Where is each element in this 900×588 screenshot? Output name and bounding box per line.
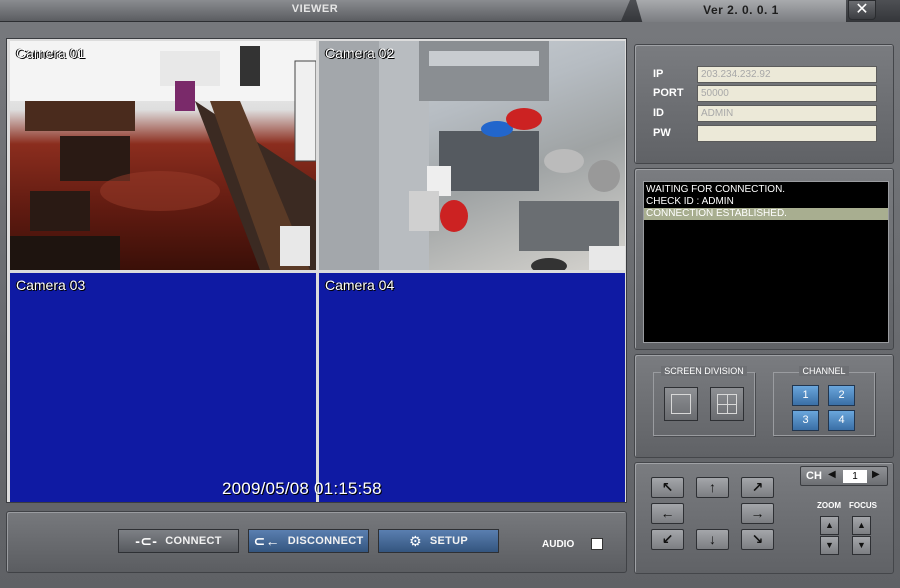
focus-label: FOCUS xyxy=(849,501,877,510)
focus-far-button[interactable]: ▼ xyxy=(852,536,871,555)
port-input[interactable] xyxy=(697,84,877,102)
pw-input[interactable] xyxy=(697,124,877,142)
title-tab: VIEWER xyxy=(0,0,630,22)
arrow-down-right-icon: ↘ xyxy=(751,531,764,547)
port-label: PORT xyxy=(653,87,684,99)
channel-title: CHANNEL xyxy=(799,366,849,376)
channel-prev-icon[interactable]: ◀ xyxy=(828,469,836,480)
plug-icon: -⊂- xyxy=(135,532,158,549)
connection-log: WAITING FOR CONNECTION. CHECK ID : ADMIN… xyxy=(643,181,889,343)
pan-down-button[interactable]: ↓ xyxy=(696,529,729,550)
window-title: VIEWER xyxy=(291,3,339,15)
viewer-window: VIEWER Ver 2. 0. 0. 1 ✕ Camera 01 Camera… xyxy=(0,0,900,588)
camera-03-label: Camera 03 xyxy=(16,277,86,293)
setup-button[interactable]: ⚙ SETUP xyxy=(378,529,499,553)
camera-01-image xyxy=(10,41,316,270)
video-grid: Camera 01 Camera 02 Camera 03 Camera 04 … xyxy=(6,38,627,503)
camera-01-label: Camera 01 xyxy=(16,45,86,61)
pan-down-left-button[interactable]: ↙ xyxy=(651,529,684,550)
zoom-down-icon: ▼ xyxy=(825,540,834,550)
single-view-button[interactable] xyxy=(664,387,698,421)
pan-down-right-button[interactable]: ↘ xyxy=(741,529,774,550)
camera-03-view[interactable]: Camera 03 xyxy=(10,273,316,502)
channel-group: CHANNEL 1 2 3 4 xyxy=(773,366,875,436)
channel-1-button[interactable]: 1 xyxy=(792,385,819,406)
quad-view-icon xyxy=(717,394,737,414)
ip-input[interactable] xyxy=(697,65,877,83)
id-row: ID xyxy=(653,104,877,122)
log-line: CHECK ID : ADMIN xyxy=(646,196,734,207)
focus-down-icon: ▼ xyxy=(857,540,866,550)
gear-icon: ⚙ xyxy=(408,532,422,549)
disconnect-button[interactable]: ⊂← DISCONNECT xyxy=(248,529,369,553)
connect-button[interactable]: -⊂- CONNECT xyxy=(118,529,239,553)
pan-right-button[interactable]: → xyxy=(741,503,774,524)
focus-near-button[interactable]: ▲ xyxy=(852,516,871,535)
login-panel: IP PORT ID PW xyxy=(634,44,894,164)
audio-label: AUDIO xyxy=(542,539,575,550)
screen-division-group: SCREEN DIVISION xyxy=(653,366,755,436)
ptz-channel-value: 1 xyxy=(843,470,867,483)
channel-2-button[interactable]: 2 xyxy=(828,385,855,406)
log-line: WAITING FOR CONNECTION. xyxy=(646,184,786,195)
close-button[interactable]: ✕ xyxy=(848,0,876,20)
close-icon: ✕ xyxy=(855,1,869,18)
control-bar: -⊂- CONNECT ⊂← DISCONNECT ⚙ SETUP AUDIO xyxy=(6,511,627,573)
pan-up-right-button[interactable]: ↗ xyxy=(741,477,774,498)
focus-up-icon: ▲ xyxy=(857,520,866,530)
zoom-label: ZOOM xyxy=(817,501,841,510)
camera-04-label: Camera 04 xyxy=(325,277,395,293)
zoom-up-icon: ▲ xyxy=(825,520,834,530)
pw-row: PW xyxy=(653,124,877,142)
camera-02-view[interactable]: Camera 02 xyxy=(319,41,625,270)
id-input[interactable] xyxy=(697,104,877,122)
channel-3-button[interactable]: 3 xyxy=(792,410,819,431)
camera-02-image xyxy=(319,41,625,270)
pan-up-left-button[interactable]: ↖ xyxy=(651,477,684,498)
ip-row: IP xyxy=(653,65,877,83)
channel-4-button[interactable]: 4 xyxy=(828,410,855,431)
timestamp-overlay: 2009/05/08 01:15:58 xyxy=(222,479,382,498)
title-bar: VIEWER Ver 2. 0. 0. 1 ✕ xyxy=(0,0,900,22)
zoom-out-button[interactable]: ▼ xyxy=(820,536,839,555)
camera-04-view[interactable]: Camera 04 xyxy=(319,273,625,502)
arrow-right-icon: → xyxy=(750,505,765,521)
arrow-down-icon: ↓ xyxy=(709,531,716,547)
connect-label: CONNECT xyxy=(165,535,222,547)
arrow-up-icon: ↑ xyxy=(709,479,716,495)
arrow-up-right-icon: ↗ xyxy=(751,479,764,495)
log-line: CONNECTION ESTABLISHED. xyxy=(644,208,888,220)
ptz-channel-selector: CH ◀ 1 ▶ xyxy=(800,466,888,486)
setup-label: SETUP xyxy=(429,535,469,547)
ip-label: IP xyxy=(653,68,664,80)
arrow-up-left-icon: ↖ xyxy=(661,479,674,495)
version-tab: Ver 2. 0. 0. 1 xyxy=(636,0,846,22)
disconnect-label: DISCONNECT xyxy=(287,535,364,547)
pw-label: PW xyxy=(653,127,671,139)
camera-01-view[interactable]: Camera 01 xyxy=(10,41,316,270)
log-panel: WAITING FOR CONNECTION. CHECK ID : ADMIN… xyxy=(634,168,894,350)
camera-02-label: Camera 02 xyxy=(325,45,395,61)
arrow-left-icon: ← xyxy=(660,505,675,521)
screen-division-title: SCREEN DIVISION xyxy=(661,366,747,376)
channel-next-icon[interactable]: ▶ xyxy=(872,469,880,480)
audio-checkbox[interactable] xyxy=(591,538,603,550)
quad-view-button[interactable] xyxy=(710,387,744,421)
ptz-channel-label: CH xyxy=(806,470,822,482)
id-label: ID xyxy=(653,107,664,119)
pan-up-button[interactable]: ↑ xyxy=(696,477,729,498)
unplug-icon: ⊂← xyxy=(253,532,280,549)
single-view-icon xyxy=(671,394,691,414)
view-panel: SCREEN DIVISION CHANNEL 1 2 3 4 xyxy=(634,354,894,458)
zoom-in-button[interactable]: ▲ xyxy=(820,516,839,535)
pan-left-button[interactable]: ← xyxy=(651,503,684,524)
port-row: PORT xyxy=(653,84,877,102)
version-label: Ver 2. 0. 0. 1 xyxy=(703,3,779,17)
arrow-down-left-icon: ↙ xyxy=(661,531,674,547)
